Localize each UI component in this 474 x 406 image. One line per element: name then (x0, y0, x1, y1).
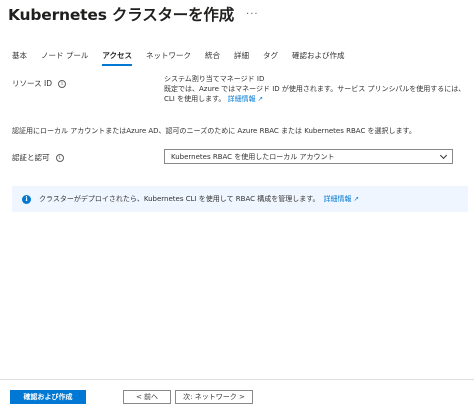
previous-button[interactable]: < 前へ (123, 390, 171, 404)
tab-networking[interactable]: ネットワーク (146, 48, 191, 68)
banner-learn-more-link[interactable]: 詳細情報 (324, 194, 352, 204)
create-cluster-page: Kubernetes クラスターを作成 ··· 基本 ノード プール アクセス … (0, 0, 474, 406)
chevron-down-icon (439, 151, 448, 159)
more-options-icon[interactable]: ··· (246, 9, 259, 20)
tab-advanced[interactable]: 詳細 (234, 48, 249, 68)
auth-method-value: Kubernetes RBAC を使用したローカル アカウント (171, 152, 335, 161)
tab-review-create[interactable]: 確認および作成 (292, 48, 345, 68)
tab-access[interactable]: アクセス (102, 48, 132, 68)
external-link-icon: ↗ (353, 195, 359, 203)
identity-learn-more-link[interactable]: 詳細情報 (228, 95, 256, 103)
auth-label-row: 認証と認可 i (12, 152, 64, 163)
tab-integrations[interactable]: 統合 (205, 48, 220, 68)
auth-method-select[interactable]: Kubernetes RBAC を使用したローカル アカウント (164, 149, 453, 164)
identity-text: 既定では、Azure ではマネージド ID が使用されます。サービス プリンシパ… (164, 85, 466, 103)
info-icon[interactable]: i (55, 153, 64, 162)
auth-label: 認証と認可 (12, 153, 50, 162)
info-filled-icon: i (22, 194, 31, 204)
title-row: Kubernetes クラスターを作成 ··· (8, 2, 259, 26)
identity-title: システム割り当てマネージド ID (164, 75, 265, 83)
page-title: Kubernetes クラスターを作成 (8, 6, 235, 24)
auth-description: 認証用にローカル アカウントまたはAzure AD、認可のニーズのために Azu… (12, 127, 416, 135)
identity-description: 既定では、Azure ではマネージド ID が使用されます。サービス プリンシパ… (164, 84, 466, 104)
info-banner: i クラスターがデプロイされたら、Kubernetes CLI を使用して RB… (12, 186, 468, 212)
resource-identity-label-row: リソース ID i (12, 78, 66, 89)
tab-node-pools[interactable]: ノード プール (41, 48, 88, 68)
external-link-icon: ↗ (257, 95, 264, 103)
tab-basics[interactable]: 基本 (12, 48, 27, 68)
info-icon[interactable]: i (58, 79, 66, 88)
footer-divider (0, 379, 474, 380)
resource-identity-value: システム割り当てマネージド ID 既定では、Azure ではマネージド ID が… (164, 74, 466, 104)
tab-bar: 基本 ノード プール アクセス ネットワーク 統合 詳細 タグ 確認および作成 (12, 48, 359, 70)
banner-text: クラスターがデプロイされたら、Kubernetes CLI を使用して RBAC… (39, 195, 320, 203)
tab-tags[interactable]: タグ (263, 48, 278, 68)
next-networking-button[interactable]: 次: ネットワーク > (175, 390, 253, 404)
resource-identity-label: リソース ID (12, 79, 52, 88)
review-create-button[interactable]: 確認および作成 (10, 390, 86, 404)
